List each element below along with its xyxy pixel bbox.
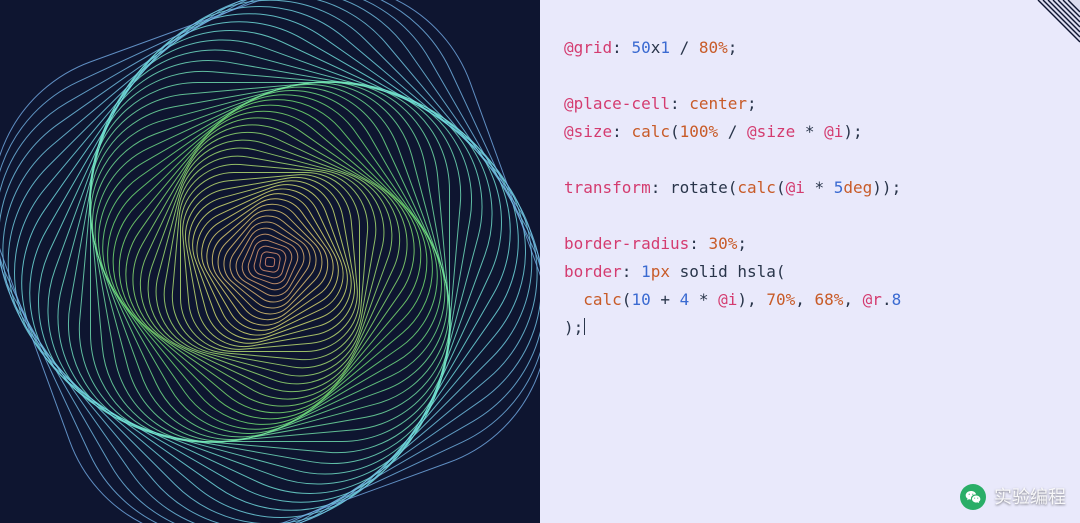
app-root: @grid: 50x1 / 80%; @place-cell: center;@… — [0, 0, 1080, 523]
css-doodle-output — [20, 12, 520, 512]
wechat-icon — [960, 484, 986, 510]
text-caret — [584, 318, 585, 336]
corner-ribbon-icon — [1016, 0, 1080, 64]
preview-pane — [0, 0, 540, 523]
doodle-cell — [0, 0, 540, 523]
code-text[interactable]: @grid: 50x1 / 80%; @place-cell: center;@… — [564, 34, 1056, 342]
watermark-label: 实验编程 — [994, 482, 1066, 514]
watermark: 实验编程 — [960, 482, 1066, 514]
code-editor[interactable]: @grid: 50x1 / 80%; @place-cell: center;@… — [540, 0, 1080, 523]
